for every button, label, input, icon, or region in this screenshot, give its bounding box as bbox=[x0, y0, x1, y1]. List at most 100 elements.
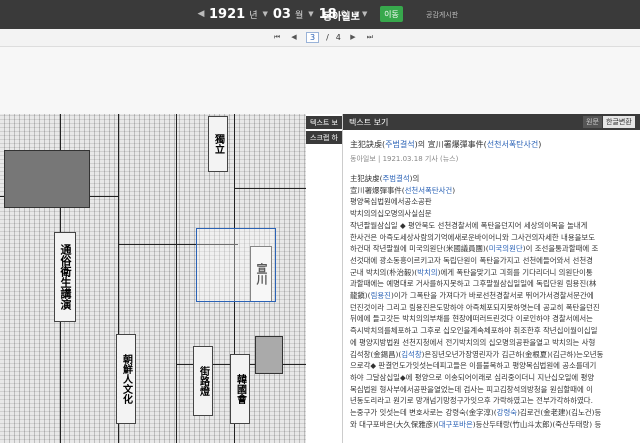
article-line: 하건대 작년팔월에 미국의원단(米國議員團)(미국의원단)이 조선을통과할때에 … bbox=[350, 243, 636, 255]
first-page-icon[interactable]: ⏮ bbox=[272, 31, 282, 43]
line-text: 主犯訣虔( bbox=[350, 174, 383, 183]
article-line: 평양복심법원에서공소공판 bbox=[350, 196, 636, 208]
line-text: 던진것이라 그리고 림용진은도망하야 아즉체포되지못하엿는데 공교히 폭탄을던진 bbox=[350, 302, 600, 312]
line-text: 한사건은 아즉도세상사람의기억에새로운바이어니와 그사건의자세한 내용을보도 bbox=[350, 232, 596, 242]
article-line: 박치의의십오명의사실심문 bbox=[350, 208, 636, 220]
line-text: )은징년오년가장영린자가 김근하(金根夏)(김근하)는오년동 bbox=[421, 349, 604, 359]
line-text: 평양복심법원에서공소공판 bbox=[350, 197, 432, 207]
scrap-tab[interactable]: 스크랩 하 bbox=[306, 131, 342, 144]
article-line: 작년팔월삼십일 ◆ 평안북도 선천경찰서에 폭탄을던지어 세상의이목을 놀내게 bbox=[350, 220, 636, 232]
board-link[interactable]: 공감게시판 bbox=[426, 10, 458, 20]
line-text: 군내 박치의(朴治毅)( bbox=[350, 267, 418, 277]
article-line: 던진것이라 그리고 림용진은도망하야 아즉체포되지못하엿는데 공교히 폭탄을던진 bbox=[350, 302, 636, 314]
title-reading[interactable]: 주범결석 bbox=[385, 140, 414, 149]
article-line: 主犯訣虔(주범결석)의 bbox=[350, 173, 636, 185]
line-text: 와 대구포바은(大久保雅彦)( bbox=[350, 419, 439, 429]
article-meta: 동아일보 | 1921.03.18 기사 (뉴스) bbox=[350, 155, 459, 163]
article-line: 선것대에 광소동흥이르키고자 독립단원이 폭탄을가지고 선천에들어와서 선천경 bbox=[350, 255, 636, 267]
article-line: 년동도리라고 원기로 망개넘기망정구가잇으후 가락하였고는 전부가각하하였다. bbox=[350, 395, 636, 407]
line-text: 작년팔월삼십일 ◆ 평안북도 선천경찰서에 폭탄을던지어 세상의이목을 놀내게 bbox=[350, 220, 588, 230]
pager: ⏮ ◀ 3 / 4 ▶ ⏭ bbox=[272, 31, 375, 43]
line-text: )이 조선을통과할때에 조 bbox=[522, 244, 599, 254]
original-text-button[interactable]: 원문 bbox=[583, 116, 602, 128]
article-line: 복심법원 형사부에서공판을열었는데 검사는 피고김창석의방청을 원심할때에 이 bbox=[350, 384, 636, 396]
newspaper-image[interactable]: 通俗衛生講演 朝鮮人文化 街路燈 韓國會 獨立 宣川 bbox=[0, 114, 306, 443]
newspaper-dropdown-icon[interactable]: ▼ bbox=[362, 10, 367, 18]
panel-title: 텍스트 보기 bbox=[349, 118, 389, 127]
line-text: ) bbox=[452, 185, 456, 195]
month-unit: 월 bbox=[294, 10, 304, 21]
horizontal-rule bbox=[234, 188, 306, 189]
panel-header: 텍스트 보기 원문 한글변환 bbox=[343, 114, 640, 130]
top-nav-bar: ◀ 1921 년 ▼ 03 월 ▼ 18 일 ▼ 동아일보 ▼ 이동 공감게시판 bbox=[0, 0, 640, 29]
text-view-panel: 텍스트 보기 원문 한글변환 主犯訣虔(주범결석)의 宣川署爆彈事件(선천서폭탄… bbox=[342, 114, 640, 443]
article-line: 즉시박치의를체포하고 그후로 십오인을계속체포하야 취조한후 작년십이월이십일 bbox=[350, 325, 636, 337]
newspaper-select[interactable]: 동아일보 bbox=[323, 8, 360, 23]
line-reading-link[interactable]: 주범결석 bbox=[382, 174, 409, 183]
line-text: 에 평양지방법원 선천지청에서 전기박치의의 십오명의공판을열고 박치의는 사형 bbox=[350, 337, 596, 347]
title-text: ) bbox=[538, 140, 542, 149]
article-line: 는중구가 잇섯는데 변호사로는 강령숙(金字淳)(강령숙)김로건(金老建)(김노… bbox=[350, 407, 636, 419]
headline-block: 通俗衛生講演 bbox=[54, 232, 76, 322]
portrait-photo bbox=[255, 336, 283, 374]
line-reading-link[interactable]: 미국의원단 bbox=[489, 244, 523, 253]
article-line: 에 평양지방법원 선천지청에서 전기박치의의 십오명의공판을열고 박치의는 사형 bbox=[350, 337, 636, 349]
headline-block: 朝鮮人文化 bbox=[116, 334, 136, 424]
prev-page-icon[interactable]: ◀ bbox=[289, 31, 299, 43]
year-value[interactable]: 1921 bbox=[209, 7, 245, 22]
column-rule bbox=[176, 114, 177, 443]
newspaper-photo bbox=[4, 150, 90, 208]
article-line: 김석창(金錫昌)(김석창)은징년오년가장영린자가 김근하(金根夏)(김근하)는오… bbox=[350, 349, 636, 361]
current-page[interactable]: 3 bbox=[306, 31, 320, 43]
article-line: 군내 박치의(朴治毅)(박치의)에게 폭탄을맞기고 긔회를 기다리더니 의원단이… bbox=[350, 267, 636, 279]
line-reading-link[interactable]: 림용진 bbox=[371, 291, 391, 300]
line-reading-link[interactable]: 박치의 bbox=[417, 268, 437, 277]
line-reading-link[interactable]: 선천서폭탄사건 bbox=[405, 186, 453, 195]
line-text: 하건대 작년팔월에 미국의원단(米國議員團)( bbox=[350, 244, 489, 254]
article-line: 하야 그달삼십일◆에 평양으로 이송되어이래로 심리중이더니 지난십오일에 평양 bbox=[350, 372, 636, 384]
line-text: )김로건(金老建)(김노건)등 bbox=[517, 408, 602, 418]
line-text: 과할때에는 예명대로 거사를하지못하고 그후팔월삼십일일에 독립단원 림용진(林 bbox=[350, 279, 597, 289]
line-text: 하야 그달삼십일◆에 평양으로 이송되어이래로 심리중이더니 지난십오일에 평양 bbox=[350, 372, 595, 382]
line-text: )의 bbox=[409, 174, 420, 183]
article-line: 龍鎭)(림용진)이가 그폭탄을 가져다가 바로선천경찰서로 뛰어가서경찰서문간에 bbox=[350, 290, 636, 302]
article-body: 主犯訣虔(주범결석)의 宣川署爆彈事件(선천서폭탄사건) 평양복심법원에서공소공판 박… bbox=[350, 173, 636, 430]
prev-date-icon[interactable]: ◀ bbox=[196, 4, 206, 24]
next-page-icon[interactable]: ▶ bbox=[348, 31, 358, 43]
year-dropdown-icon[interactable]: ▼ bbox=[262, 10, 267, 18]
line-text: 宣川署爆彈事件( bbox=[350, 185, 405, 195]
line-reading-link[interactable]: 강령숙 bbox=[497, 408, 517, 417]
year-unit: 년 bbox=[249, 10, 258, 21]
article-line: 한사건은 아즉도세상사람의기억에새로운바이어니와 그사건의자세한 내용을보도 bbox=[350, 232, 636, 244]
article-line: 와 대구포바은(大久保雅彦)(대구포바은)등산두태랑(竹山斗太郎)(죽산두태랑)… bbox=[350, 419, 636, 431]
line-text: 선것대에 광소동흥이르키고자 독립단원이 폭탄을가지고 선천에들어와서 선천경 bbox=[350, 255, 593, 265]
go-button[interactable]: 이동 bbox=[380, 6, 403, 22]
month-value[interactable]: 03 bbox=[273, 7, 291, 22]
total-pages: 4 bbox=[335, 32, 341, 42]
line-text: 龍鎭)( bbox=[350, 291, 371, 301]
title-text: 主犯訣虔( bbox=[350, 140, 386, 149]
line-text: 즉시박치의를체포하고 그후로 십오인을계속체포하야 취조한후 작년십이월이십일 bbox=[350, 326, 598, 336]
line-text: 김석창(金錫昌)( bbox=[350, 349, 402, 359]
page-separator: / bbox=[326, 32, 329, 42]
month-dropdown-icon[interactable]: ▼ bbox=[308, 10, 313, 18]
title-reading[interactable]: 선천서폭탄사건 bbox=[487, 140, 539, 149]
article-line: 宣川署爆彈事件(선천서폭탄사건) bbox=[350, 185, 636, 197]
selected-article-highlight[interactable] bbox=[196, 228, 276, 302]
hangul-convert-button[interactable]: 한글변환 bbox=[603, 116, 635, 128]
headline-block: 街路燈 bbox=[193, 346, 213, 416]
line-text: 뒤에에 들고갓든 박치의의부채를 현장에떠러트린것다 이로인하야 경찰서에서는 bbox=[350, 314, 593, 324]
line-text: 박치의의십오명의사실심문 bbox=[350, 209, 432, 219]
line-text: )이가 그폭탄을 가져다가 바로선천경찰서로 뛰어가서경찰서문간에 bbox=[390, 291, 594, 301]
line-reading-link[interactable]: 대구포바은 bbox=[439, 420, 473, 429]
line-text: 으로각◆ 판결언도가잇섯는데피고들은 이를불복하고 평양복심법원에 공소를데기 bbox=[350, 361, 597, 371]
headline-block: 獨立 bbox=[208, 116, 228, 172]
line-reading-link[interactable]: 김석창 bbox=[401, 350, 421, 359]
text-view-tab[interactable]: 텍스트 보 bbox=[306, 116, 342, 129]
line-text: 는중구가 잇섯는데 변호사로는 강령숙(金字淳)( bbox=[350, 408, 497, 418]
article-line: 으로각◆ 판결언도가잇섯는데피고들은 이를불복하고 평양복심법원에 공소를데기 bbox=[350, 360, 636, 372]
title-text: )의 宣川署爆彈事件( bbox=[414, 140, 487, 149]
article-line: 뒤에에 들고갓든 박치의의부채를 현장에떠러트린것다 이로인하야 경찰서에서는 bbox=[350, 313, 636, 325]
page-navigation-bar: ⏮ ◀ 3 / 4 ▶ ⏭ bbox=[0, 29, 640, 47]
last-page-icon[interactable]: ⏭ bbox=[365, 31, 375, 43]
